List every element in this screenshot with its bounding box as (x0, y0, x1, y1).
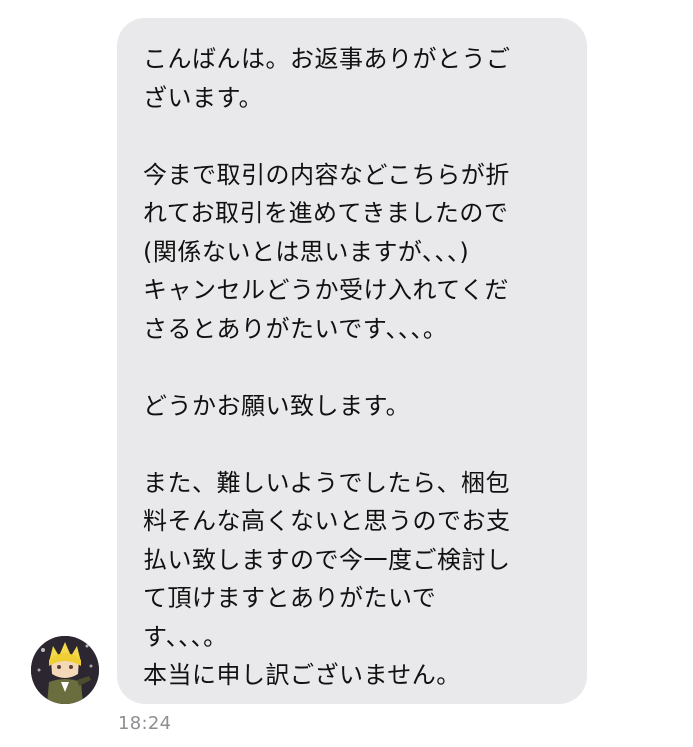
message-line: (関係ないとは思いますが、、、) (143, 237, 470, 266)
message-line: また、難しいようでしたら、梱包 (143, 468, 511, 497)
message-line: す、、、。 (143, 622, 228, 651)
message-thread: こんばんは。お返事ありがとうご ざいます。 今まで取引の内容などこちらが折 れて… (0, 0, 693, 747)
message-line: 本当に申し訳ございません。 (143, 661, 461, 689)
message-line: ざいます。 (143, 83, 264, 112)
message-line: て頂けますとありがたいで (143, 584, 437, 612)
message-line: 料そんな高くないと思うのでお支 (143, 507, 511, 535)
received-message-bubble[interactable]: こんばんは。お返事ありがとうご ざいます。 今まで取引の内容などこちらが折 れて… (117, 18, 587, 704)
message-timestamp: 18:24 (118, 713, 172, 734)
anime-character-avatar-icon (31, 636, 99, 704)
message-line: 今まで取引の内容などこちらが折 (143, 160, 510, 189)
message-line: こんばんは。お返事ありがとうご (143, 45, 511, 73)
message-line: さるとありがたいです、、、。 (143, 314, 448, 343)
message-line: キャンセルどうか受け入れてくだ (143, 276, 510, 304)
sender-avatar[interactable] (31, 636, 99, 704)
message-line: どうかお願い致します。 (143, 391, 411, 420)
message-line: れてお取引を進めてきましたので (143, 199, 509, 227)
message-line: 払い致しますので今一度ご検討し (143, 545, 511, 574)
